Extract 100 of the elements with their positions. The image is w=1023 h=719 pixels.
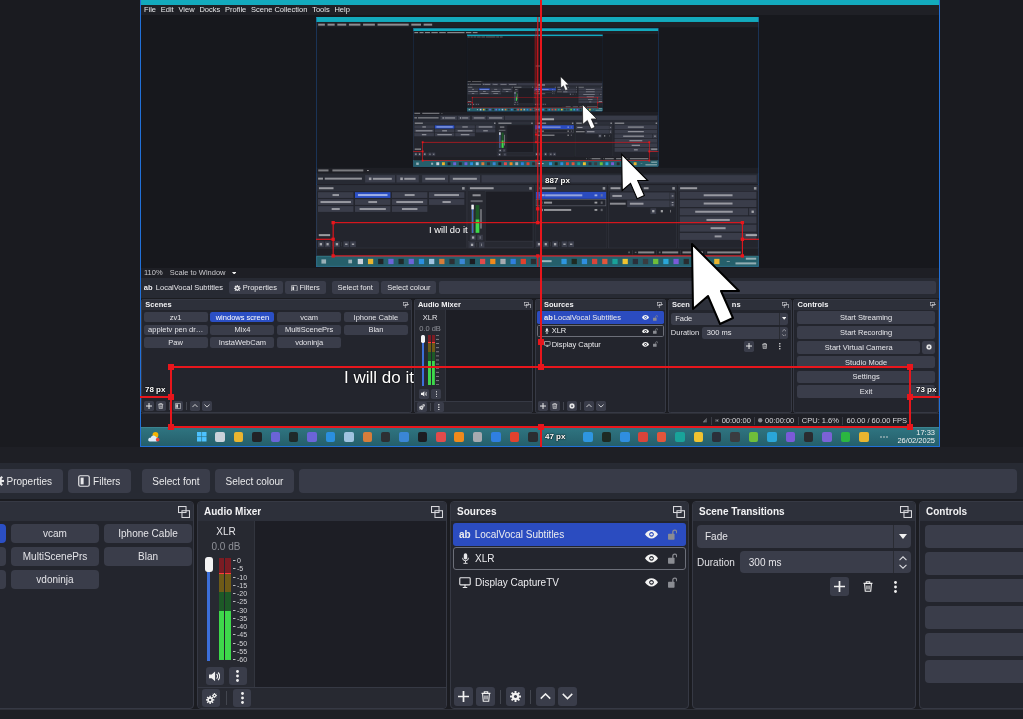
- scene-button[interactable]: vdoninja: [11, 570, 99, 589]
- add-button[interactable]: [743, 341, 755, 352]
- eye-icon[interactable]: [644, 554, 658, 563]
- move-down-button[interactable]: [558, 687, 577, 706]
- eye-icon[interactable]: [644, 530, 658, 539]
- scene-button[interactable]: Iphone Cable: [104, 524, 192, 543]
- toolbar-button[interactable]: Select colour: [215, 469, 294, 493]
- resize-handle[interactable]: [168, 364, 174, 370]
- scene-button[interactable]: Blan: [104, 547, 192, 566]
- overlapping-squares-icon[interactable]: [656, 301, 664, 309]
- more-button[interactable]: [434, 402, 445, 412]
- audio-settings-button[interactable]: [416, 402, 427, 412]
- app-icon[interactable]: [693, 432, 704, 442]
- overlapping-squares-icon[interactable]: [929, 301, 937, 309]
- toolbar-button[interactable]: Select font: [141, 469, 211, 493]
- eye-icon[interactable]: [641, 315, 650, 321]
- app-icon[interactable]: [472, 432, 483, 442]
- more-button[interactable]: [233, 689, 251, 707]
- filters-button[interactable]: Filters: [67, 469, 131, 493]
- overlapping-squares-icon[interactable]: [900, 505, 912, 518]
- audio-settings-button[interactable]: [202, 689, 220, 707]
- caret-icon: [231, 271, 236, 275]
- volume-handle[interactable]: [204, 557, 213, 572]
- sun-cloud-icon[interactable]: [148, 431, 160, 443]
- eye-icon[interactable]: [641, 341, 650, 347]
- distance-line: [910, 396, 940, 398]
- resize-handle[interactable]: [168, 424, 174, 430]
- overlapping-squares-icon[interactable]: [178, 505, 190, 518]
- resize-handle[interactable]: [907, 394, 913, 400]
- resize-handle[interactable]: [537, 424, 544, 430]
- settings-button[interactable]: [922, 341, 936, 354]
- remove-button[interactable]: [549, 400, 561, 412]
- app-icon[interactable]: [748, 432, 759, 442]
- chevron-down-icon[interactable]: [898, 563, 907, 569]
- open-padlock-icon[interactable]: [667, 577, 677, 588]
- scene-button[interactable]: MultiScenePrs: [11, 547, 99, 566]
- distance-label: 73 px: [916, 386, 937, 394]
- more-button[interactable]: [228, 667, 247, 685]
- distance-label: 47 px: [545, 433, 566, 441]
- remove-button[interactable]: [759, 341, 770, 352]
- resize-handle[interactable]: [537, 339, 544, 345]
- move-down-button[interactable]: [595, 400, 606, 412]
- app-icon[interactable]: [417, 432, 428, 442]
- open-padlock-icon[interactable]: [667, 553, 677, 564]
- app-icon[interactable]: [803, 432, 814, 442]
- resize-handle[interactable]: [907, 364, 913, 370]
- resize-handle[interactable]: [168, 394, 174, 400]
- settings-button[interactable]: [566, 400, 578, 412]
- chevron-up-icon[interactable]: [781, 329, 787, 332]
- source-row[interactable]: Display CaptureTV: [453, 571, 686, 594]
- add-button[interactable]: [454, 687, 473, 706]
- windows-logo-icon[interactable]: [197, 432, 207, 442]
- overlapping-squares-icon[interactable]: [524, 301, 531, 309]
- add-button[interactable]: [143, 400, 155, 412]
- overlapping-squares-icon[interactable]: [782, 301, 789, 309]
- more-button[interactable]: [431, 388, 442, 399]
- resize-handle[interactable]: [537, 364, 544, 370]
- app-icon[interactable]: [233, 432, 244, 442]
- add-button[interactable]: [537, 400, 549, 412]
- app-icon[interactable]: [215, 432, 225, 442]
- app-icon[interactable]: [288, 432, 299, 442]
- scene-button[interactable]: vcam: [11, 524, 99, 543]
- scale-ticks-icon: [436, 335, 440, 386]
- overlapping-squares-icon[interactable]: [673, 505, 685, 518]
- move-up-button[interactable]: [536, 687, 555, 706]
- overlapping-squares-icon[interactable]: [402, 301, 410, 309]
- open-padlock-icon[interactable]: [653, 341, 659, 348]
- chevron-up-icon[interactable]: [898, 555, 907, 561]
- app-icon[interactable]: [711, 432, 722, 442]
- gears-icon: [418, 404, 425, 411]
- app-icon[interactable]: [380, 432, 391, 442]
- properties-button[interactable]: Properties: [0, 469, 63, 493]
- source-row[interactable]: ab LocalVocal Subtitles: [453, 523, 686, 546]
- transition-dropdown[interactable]: Fade: [697, 525, 911, 548]
- signal-bars-icon: [703, 418, 708, 423]
- mute-button[interactable]: [205, 667, 224, 685]
- volume-handle[interactable]: [420, 334, 426, 343]
- settings-button[interactable]: [506, 687, 525, 706]
- app-icon[interactable]: [601, 432, 612, 442]
- add-button[interactable]: [830, 577, 849, 596]
- volume-slider[interactable]: [204, 557, 213, 661]
- eye-icon[interactable]: [641, 328, 650, 334]
- panel-title: Sources: [457, 506, 497, 517]
- overlapping-squares-icon[interactable]: [431, 505, 443, 518]
- eye-icon[interactable]: [644, 578, 658, 587]
- app-icon[interactable]: [840, 432, 851, 442]
- chevron-down-icon[interactable]: [781, 333, 787, 337]
- selection-box[interactable]: [170, 366, 911, 428]
- remove-button[interactable]: [155, 400, 167, 412]
- move-up-button[interactable]: [583, 400, 594, 412]
- open-padlock-icon[interactable]: [653, 327, 659, 334]
- mute-button[interactable]: [418, 388, 429, 399]
- monitor-icon: [459, 576, 471, 589]
- duration-field[interactable]: 300 ms: [739, 551, 911, 573]
- remove-button[interactable]: [476, 687, 495, 706]
- move-up-button[interactable]: [189, 400, 200, 412]
- resize-handle[interactable]: [907, 424, 913, 430]
- filters-button[interactable]: [172, 400, 184, 412]
- source-row[interactable]: XLR: [453, 547, 686, 570]
- move-down-button[interactable]: [201, 400, 213, 412]
